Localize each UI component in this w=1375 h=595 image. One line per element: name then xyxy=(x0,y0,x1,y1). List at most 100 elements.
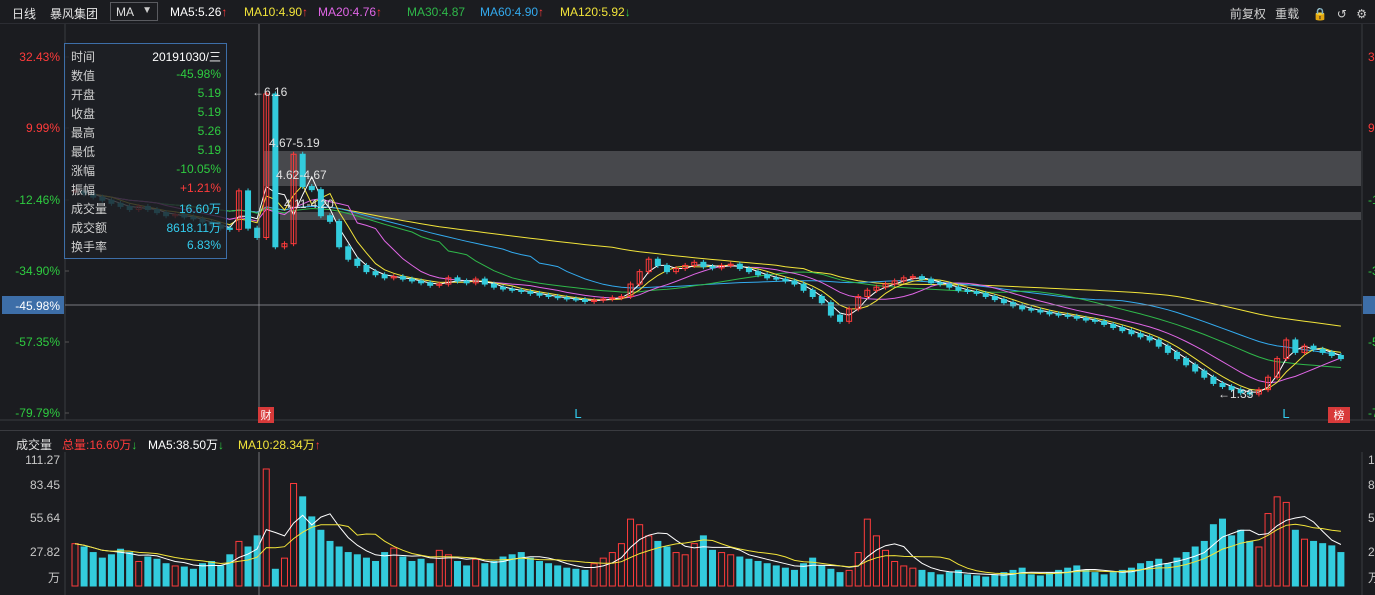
ma-legend-item: MA20:4.76↑ xyxy=(318,5,383,19)
candle xyxy=(809,289,816,297)
tooltip-value: 5.26 xyxy=(197,124,221,138)
period-tab[interactable]: 日线 xyxy=(12,5,36,22)
volume-bar xyxy=(335,546,343,587)
volume-bar xyxy=(800,563,808,587)
candle xyxy=(545,294,552,297)
ma-legend-item: MA120:5.92↓ xyxy=(560,5,631,19)
volume-bar xyxy=(1146,560,1154,587)
y-tick-label-right: 9 xyxy=(1368,121,1375,135)
gear-icon[interactable]: ⚙ xyxy=(1356,7,1367,21)
arrow-up-icon: ↑ xyxy=(302,5,309,19)
candle xyxy=(1201,370,1208,378)
tooltip-row: 开盘 5.19 xyxy=(65,83,226,102)
candle xyxy=(500,286,507,290)
tooltip-row: 收盘 5.19 xyxy=(65,102,226,121)
arrow-up-icon: ↑ xyxy=(376,5,383,19)
rank-marker: 榜 xyxy=(1334,408,1345,422)
tooltip-row: 最低 5.19 xyxy=(65,140,226,159)
candle xyxy=(1019,305,1026,310)
volume-bar xyxy=(1137,563,1145,587)
volume-bar xyxy=(845,569,853,587)
volume-bar xyxy=(1319,543,1327,587)
candle xyxy=(427,282,434,286)
volume-header: 成交量 总量:16.60万↓ MA5:38.50万↓ MA10:28.34万↑ xyxy=(0,430,1375,452)
candle xyxy=(982,292,989,297)
tooltip-row: 换手率 6.83% xyxy=(65,235,226,254)
volume-bar xyxy=(608,552,616,587)
candle xyxy=(745,268,752,273)
adjust-button[interactable]: 前复权 xyxy=(1230,7,1266,21)
tooltip-value: 8618.11万 xyxy=(166,221,222,235)
volume-bar xyxy=(818,565,826,587)
volume-ma10: MA10:28.34万↑ xyxy=(238,438,321,452)
volume-bar xyxy=(481,563,489,587)
stock-name: 暴风集团 xyxy=(50,7,99,21)
volume-bar xyxy=(426,563,434,587)
ma-legend-item: MA30:4.87 xyxy=(407,5,466,19)
volume-bar xyxy=(381,552,389,587)
back-icon[interactable]: ↺ xyxy=(1337,7,1347,21)
candle xyxy=(654,258,661,266)
reload-button[interactable]: 重载 xyxy=(1275,7,1299,21)
tooltip-value: 16.60万 xyxy=(178,202,221,216)
volume-bar xyxy=(372,560,380,587)
volume-bar xyxy=(189,568,197,587)
volume-bar xyxy=(599,557,607,587)
y-tick-label-right: 8 xyxy=(1368,478,1375,492)
candle xyxy=(418,280,425,284)
volume-bar xyxy=(89,552,97,587)
volume-bar xyxy=(1337,552,1345,587)
volume-bar xyxy=(572,568,580,587)
volume-bar xyxy=(627,518,635,587)
volume-bar xyxy=(290,482,298,587)
volume-bar xyxy=(1073,565,1081,587)
ma-legend-item: MA5:5.26↑ xyxy=(170,5,228,19)
candle xyxy=(463,280,470,284)
candle xyxy=(454,277,461,282)
candle xyxy=(1146,336,1153,341)
tooltip-row: 最高 5.26 xyxy=(65,121,226,140)
tooltip-value: 20191030/三 xyxy=(152,50,221,64)
tooltip-value: 5.19 xyxy=(197,143,221,157)
candle xyxy=(1128,330,1135,335)
volume-bar xyxy=(1009,569,1017,587)
volume-chart[interactable]: 111.27 83.45 55.64 27.82 万 1 8 5 2 万 xyxy=(0,452,1375,595)
lock-icon[interactable]: 🔒 xyxy=(1313,7,1328,21)
volume-bar xyxy=(1255,546,1263,587)
volume-bar xyxy=(982,576,990,587)
candle xyxy=(1173,351,1180,360)
volume-bar xyxy=(581,569,589,587)
volume-bar xyxy=(663,546,671,587)
volume-bar xyxy=(763,563,771,587)
candle xyxy=(399,276,406,280)
y-tick-label: 32.43% xyxy=(19,50,60,64)
volume-bar xyxy=(463,565,471,587)
candle xyxy=(1183,358,1190,366)
candle xyxy=(563,297,570,300)
tooltip-key: 最低 xyxy=(71,145,96,159)
y-tick-label-right: -1 xyxy=(1368,193,1375,207)
volume-bar xyxy=(991,574,999,587)
candle xyxy=(336,220,343,248)
volume-bar xyxy=(672,552,680,587)
volume-bar xyxy=(344,552,352,587)
candle xyxy=(582,299,588,302)
volume-bar xyxy=(1273,496,1281,587)
low-price-label: ←1.33 xyxy=(1218,387,1254,401)
candle xyxy=(527,291,534,294)
volume-bar xyxy=(1082,569,1090,587)
volume-bar xyxy=(1228,535,1236,587)
indicator-select[interactable]: MA ▼ xyxy=(110,2,158,21)
candle xyxy=(518,289,525,293)
y-tick-label: -12.46% xyxy=(15,193,60,207)
gap-zone xyxy=(280,212,1361,220)
y-tick-label-right: 2 xyxy=(1368,545,1375,559)
tooltip-value: -10.05% xyxy=(176,162,221,176)
candle xyxy=(536,292,543,296)
volume-bar xyxy=(781,567,789,587)
arrow-up-icon: ↑ xyxy=(538,5,545,19)
volume-bar xyxy=(71,543,79,587)
candle xyxy=(1055,313,1062,316)
volume-bar xyxy=(1328,545,1336,587)
candle xyxy=(1101,320,1108,325)
